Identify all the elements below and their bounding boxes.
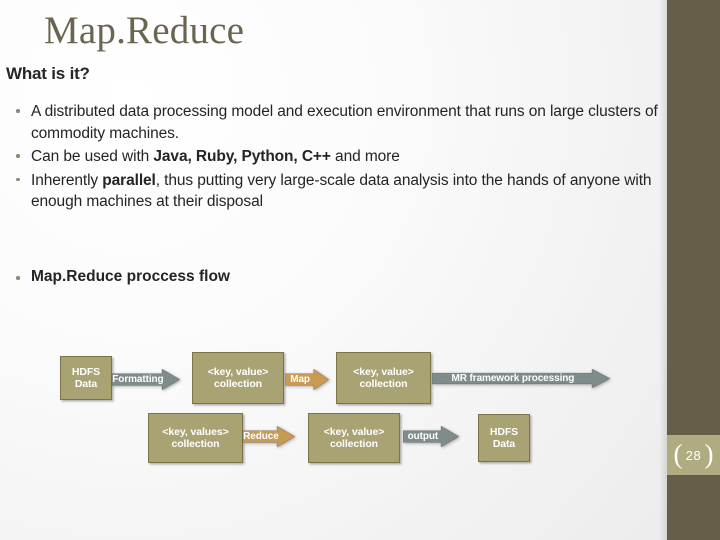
bullet-list: A distributed data processing model and … bbox=[6, 101, 666, 215]
bullet-marker-icon bbox=[16, 109, 20, 113]
page-number-inner: ( 28 ) bbox=[674, 440, 714, 470]
flow-arrow-output: output bbox=[403, 425, 459, 447]
flow-section-heading: Map.Reduce proccess flow bbox=[6, 268, 230, 286]
page-number-badge: ( 28 ) bbox=[667, 435, 720, 475]
sidebar-shadow bbox=[659, 0, 667, 540]
flow-arrow-label: output bbox=[407, 430, 439, 442]
arrow-shape-icon bbox=[403, 425, 459, 447]
flow-node-label: <key, value> collection bbox=[353, 365, 414, 391]
list-item-text: parallel bbox=[102, 171, 156, 189]
flow-node-kv-3: <key, value> collection bbox=[308, 413, 400, 463]
arrow-shape-icon bbox=[243, 425, 295, 447]
bullet-marker-icon bbox=[16, 177, 20, 181]
flow-arrow-formatting: Formatting bbox=[112, 368, 180, 390]
flow-arrow-reduce: Reduce bbox=[243, 425, 295, 447]
flow-node-hdfs-in: HDFS Data bbox=[60, 356, 112, 400]
list-item: A distributed data processing model and … bbox=[6, 101, 666, 144]
flow-node-kv-1: <key, value> collection bbox=[192, 352, 284, 404]
slide: ( 28 ) Map.Reduce What is it? A distribu… bbox=[0, 0, 720, 540]
flow-node-label: HDFS Data bbox=[71, 365, 101, 391]
flow-arrow-label: Reduce bbox=[243, 430, 279, 442]
flow-arrow-mr-framework: MR framework processing bbox=[432, 368, 610, 388]
list-item: Can be used with Java, Ruby, Python, C++… bbox=[6, 146, 666, 168]
arrow-shape-icon bbox=[432, 368, 610, 388]
bullet-marker-icon bbox=[16, 154, 20, 158]
list-item: Inherently parallel, thus putting very l… bbox=[6, 170, 666, 213]
list-item-text: A distributed data processing model and … bbox=[31, 103, 658, 142]
bullet-marker-icon bbox=[16, 276, 20, 280]
flow-node-label: <key, value> collection bbox=[323, 425, 385, 451]
flow-arrow-label: Map bbox=[290, 373, 310, 385]
flow-node-label: <key, value> collection bbox=[207, 365, 269, 391]
page-number-text: 28 bbox=[685, 447, 702, 463]
list-item-text: Java, Ruby, Python, C++ bbox=[153, 148, 331, 165]
flow-node-kv-2: <key, value> collection bbox=[336, 352, 431, 404]
list-item-text: Can be used with bbox=[31, 148, 154, 165]
flow-node-label: HDFS Data bbox=[489, 425, 519, 451]
flow-arrow-map: Map bbox=[285, 368, 329, 390]
list-item-text: and more bbox=[330, 148, 400, 165]
bracket-right-icon: ) bbox=[704, 439, 714, 469]
page-title: Map.Reduce bbox=[44, 9, 245, 52]
flow-node-kvs-1: <key, values> collection bbox=[148, 413, 243, 463]
flow-arrow-label: MR framework processing bbox=[451, 372, 575, 384]
flow-section-label: Map.Reduce proccess flow bbox=[31, 268, 230, 285]
flow-node-label: <key, values> collection bbox=[162, 425, 229, 451]
arrow-shape-icon bbox=[112, 368, 180, 390]
flow-arrow-label: Formatting bbox=[112, 373, 164, 385]
section-heading: What is it? bbox=[6, 64, 90, 83]
flow-node-hdfs-out: HDFS Data bbox=[478, 414, 530, 462]
list-item-text: Inherently bbox=[31, 171, 103, 189]
bracket-left-icon: ( bbox=[673, 439, 683, 469]
arrow-shape-icon bbox=[285, 368, 329, 390]
